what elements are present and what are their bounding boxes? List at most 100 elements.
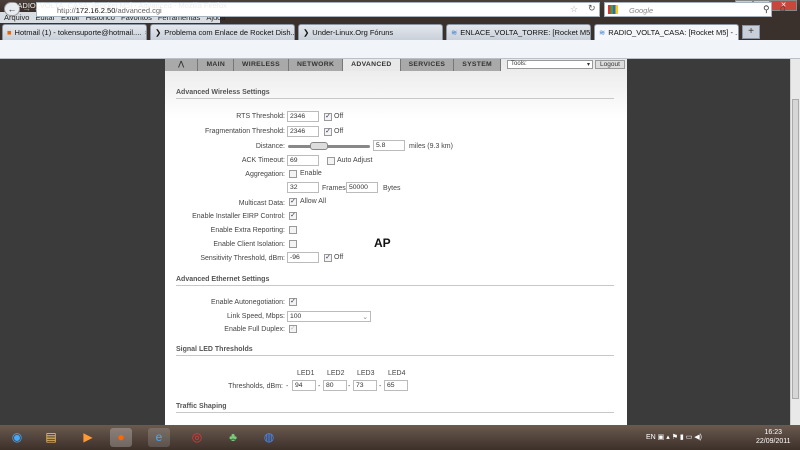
led2-header: LED2 <box>327 370 345 377</box>
rts-label: RTS Threshold: <box>236 113 285 120</box>
tab-close-icon[interactable]: × <box>144 28 146 37</box>
tab-problema[interactable]: ❯Problema com Enlace de Rocket Dish...× <box>150 24 295 40</box>
led1-header: LED1 <box>297 370 315 377</box>
airos-icon: ≋ <box>599 28 606 37</box>
sensitivity-input[interactable]: -96 <box>287 252 319 263</box>
frag-input[interactable]: 2346 <box>287 126 319 137</box>
aggregation-label: Aggregation: <box>245 171 285 178</box>
led2-input[interactable]: 80 <box>323 380 347 391</box>
frames-input[interactable]: 32 <box>287 182 319 193</box>
led4-header: LED4 <box>388 370 406 377</box>
led1-input[interactable]: 94 <box>292 380 316 391</box>
client-isolation-label: Enable Client Isolation: <box>213 241 285 248</box>
nav-main[interactable]: MAIN <box>198 59 235 71</box>
forum-icon: ❯ <box>155 28 162 37</box>
eirp-checkbox[interactable]: ✓ <box>289 212 297 220</box>
distance-unit: miles (9.3 km) <box>409 143 453 150</box>
nav-advanced[interactable]: ADVANCED <box>343 59 401 71</box>
aggregation-enable-label: Enable <box>300 170 322 177</box>
full-duplex-checkbox[interactable]: ✓ <box>289 325 297 333</box>
nav-wireless[interactable]: WIRELESS <box>234 59 289 71</box>
frag-off-label: Off <box>334 128 344 135</box>
distance-input[interactable]: 5.8 <box>373 140 405 151</box>
clock[interactable]: 16:23 22/09/2011 <box>756 428 791 446</box>
firefox-icon[interactable]: ● <box>110 428 132 447</box>
hotmail-icon: ■ <box>7 28 12 37</box>
extra-reporting-label: Enable Extra Reporting: <box>210 227 285 234</box>
distance-slider[interactable] <box>288 145 370 148</box>
frag-off-checkbox[interactable]: ✓ <box>324 128 332 136</box>
minus-sign: - <box>348 383 351 390</box>
ack-input[interactable]: 69 <box>287 155 319 166</box>
messenger-icon[interactable]: ♣ <box>222 428 244 447</box>
airos-icon: ≋ <box>451 28 458 37</box>
distance-label: Distance: <box>255 143 285 150</box>
tab-hotmail[interactable]: ■Hotmail (1) - tokensuporte@hotmail....× <box>2 24 147 40</box>
bytes-input[interactable]: 50000 <box>346 182 378 193</box>
ack-label: ACK Timeout: <box>241 157 285 164</box>
distance-slider-handle[interactable] <box>310 142 328 150</box>
nav-bar <box>0 40 800 59</box>
led4-input[interactable]: 65 <box>384 380 408 391</box>
new-tab-button[interactable]: + <box>742 25 760 39</box>
chrome-icon[interactable]: ◎ <box>186 428 208 447</box>
link-speed-label: Link Speed, Mbps: <box>227 313 285 320</box>
media-player-icon[interactable]: ▶ <box>77 428 99 447</box>
search-input[interactable]: Google <box>604 2 772 17</box>
extra-reporting-checkbox[interactable] <box>289 226 297 234</box>
ubiquiti-logo-icon[interactable]: ⋀ <box>165 59 199 71</box>
section-title: Advanced Wireless Settings <box>176 89 614 99</box>
tab-radio-volta-casa[interactable]: ≋RADIO_VOLTA_CASA: [Rocket M5] - ...× <box>594 24 739 40</box>
sensitivity-label: Sensitivity Threshold, dBm: <box>200 255 285 262</box>
client-isolation-checkbox[interactable] <box>289 240 297 248</box>
sensitivity-off-label: Off <box>334 254 344 261</box>
multicast-label: Multicast Data: <box>238 200 285 207</box>
autonegotiation-label: Enable Autonegotiation: <box>211 299 285 306</box>
thresholds-label: Thresholds, dBm: <box>228 383 283 390</box>
google-icon[interactable] <box>608 5 618 14</box>
eirp-label: Enable Installer EIRP Control: <box>192 213 285 220</box>
scrollbar[interactable] <box>790 59 800 425</box>
tab-strip: ■Hotmail (1) - tokensuporte@hotmail....×… <box>0 24 800 41</box>
multicast-checkbox[interactable]: ✓ <box>289 198 297 206</box>
section-title: Advanced Ethernet Settings <box>176 276 614 286</box>
explorer-icon[interactable]: ▤ <box>40 428 62 447</box>
rts-input[interactable]: 2346 <box>287 111 319 122</box>
language-indicator[interactable]: EN <box>646 434 656 441</box>
start-button[interactable]: ◉ <box>6 428 28 447</box>
led3-input[interactable]: 73 <box>353 380 377 391</box>
nav-system[interactable]: SYSTEM <box>454 59 501 71</box>
nav-services[interactable]: SERVICES <box>400 59 455 71</box>
minus-sign: - <box>318 383 321 390</box>
system-tray: EN ▣ ▴ ⚑ ▮ ▭ ◀) <box>646 434 702 441</box>
minus-sign: - <box>286 383 289 390</box>
bookmark-star-icon[interactable]: ☆ <box>570 4 578 15</box>
tab-under-linux[interactable]: ❯ Under-Linux.Org Fóruns <box>298 24 443 40</box>
app-icon[interactable]: ◍ <box>258 428 280 447</box>
minus-sign: - <box>379 383 382 390</box>
section-title: Traffic Shaping <box>176 403 614 413</box>
nav-network[interactable]: NETWORK <box>288 59 344 71</box>
multicast-allow-label: Allow All <box>300 198 327 205</box>
logout-button[interactable]: Logout <box>595 60 625 69</box>
home-icon[interactable]: ⌂ <box>780 3 786 14</box>
search-icon[interactable]: ⚲ <box>763 4 770 15</box>
reload-icon[interactable]: ↻ <box>588 3 596 14</box>
autonegotiation-checkbox[interactable]: ✓ <box>289 298 297 306</box>
full-duplex-label: Enable Full Duplex: <box>224 326 285 333</box>
rts-off-checkbox[interactable]: ✓ <box>324 113 332 121</box>
tools-select[interactable]: Tools: ▾ <box>507 60 593 69</box>
tab-enlace[interactable]: ≋ENLACE_VOLTA_TORRE: [Rocket M5]...× <box>446 24 591 40</box>
airos-nav: ⋀ MAIN WIRELESS NETWORK ADVANCED SERVICE… <box>165 59 501 71</box>
ie-icon[interactable]: e <box>148 428 170 447</box>
aggregation-checkbox[interactable] <box>289 170 297 178</box>
bytes-label: Bytes <box>383 185 401 192</box>
link-speed-select[interactable]: 100 ⌄ <box>287 311 371 322</box>
window-title: RADIO_VOLTA_CASA: [Rocket M5] - Advanced… <box>12 1 227 10</box>
forum-icon: ❯ <box>303 28 310 37</box>
auto-adjust-checkbox[interactable] <box>327 157 335 165</box>
auto-adjust-label: Auto Adjust <box>337 157 373 164</box>
frames-label: Frames <box>322 185 346 192</box>
sensitivity-off-checkbox[interactable]: ✓ <box>324 254 332 262</box>
ap-annotation: AP <box>374 236 391 250</box>
